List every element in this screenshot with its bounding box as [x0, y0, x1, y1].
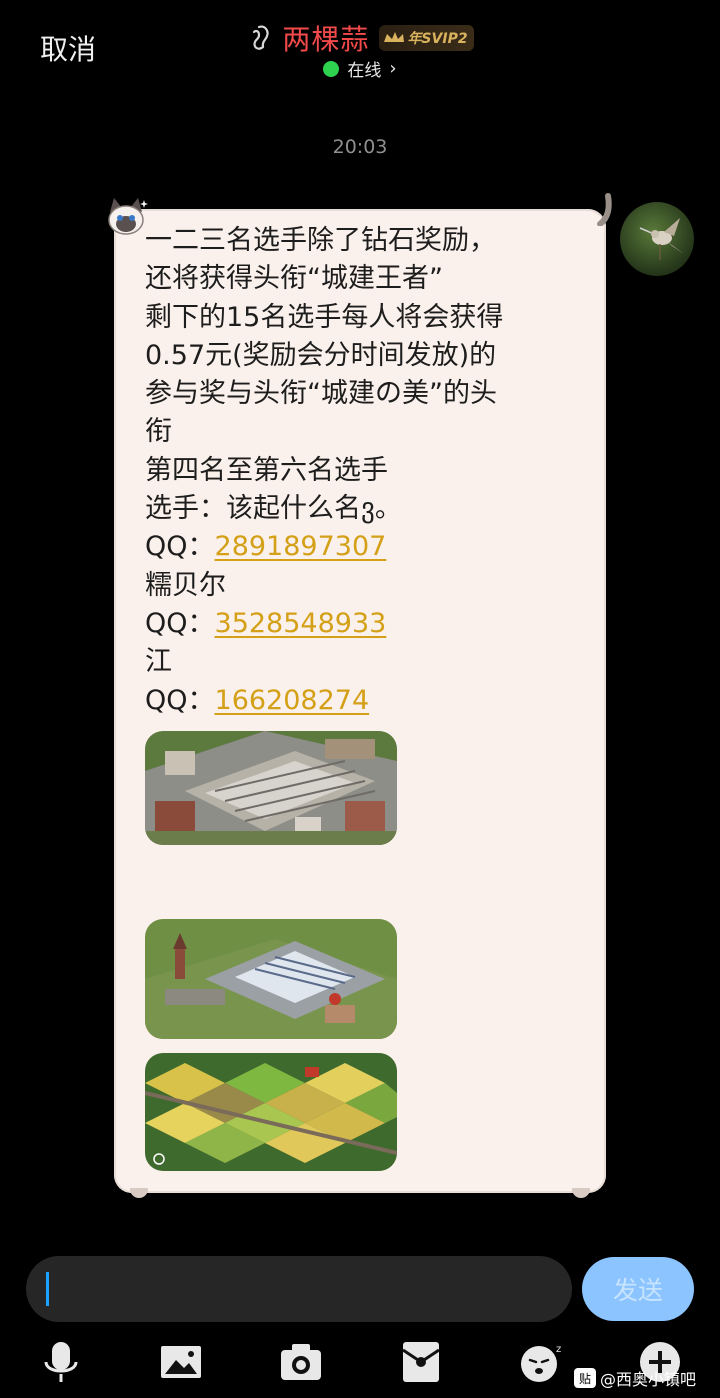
qq-row: QQ：2891897307 — [145, 528, 585, 566]
svg-text:z: z — [556, 1344, 561, 1355]
chevron-right-icon: › — [389, 58, 397, 79]
hummingbird-avatar-icon — [639, 218, 684, 260]
online-dot-icon — [323, 60, 340, 77]
watermark-text: @西奥小镇吧 — [600, 1370, 697, 1389]
qq-number-link[interactable]: 166208274 — [215, 685, 370, 716]
qq-prefix: QQ： — [145, 607, 215, 639]
qq-prefix: QQ： — [145, 684, 215, 716]
avatar[interactable] — [620, 202, 694, 276]
message-line: 参与奖与头衔“城建の美”的头 — [145, 378, 497, 410]
send-button[interactable]: 发送 — [582, 1257, 694, 1321]
message-timestamp: 20:03 — [332, 136, 388, 158]
message-line: 0.57元(奖励会分时间发放)的 — [145, 339, 497, 371]
chat-title: 两棵蒜 年SVIP2 — [0, 18, 720, 58]
text-caret — [46, 1272, 49, 1306]
message-line: 一二三名选手除了钻石奖励， — [145, 225, 496, 256]
qq-prefix: QQ： — [145, 531, 215, 563]
station-screenshot-image[interactable] — [145, 919, 397, 1039]
contact-name[interactable]: 两棵蒜 — [282, 18, 369, 58]
image-icon[interactable] — [158, 1340, 204, 1384]
city-screenshot-image[interactable] — [145, 731, 397, 845]
qq-row: QQ：3528548933 — [145, 605, 585, 643]
message-line: 还将获得头衔“城建王者” — [145, 263, 443, 295]
ear-icon[interactable] — [246, 23, 272, 53]
camera-icon[interactable] — [278, 1340, 324, 1384]
player-name: 糯贝尔 — [145, 569, 226, 601]
cat-tail-icon — [597, 193, 612, 226]
message-input[interactable] — [26, 1256, 572, 1322]
svip-badge[interactable]: 年SVIP2 — [379, 25, 474, 51]
player-name: 江 — [145, 646, 172, 678]
online-status[interactable]: 在线 › — [0, 56, 720, 81]
bubble-foot — [572, 1188, 590, 1198]
bubble-foot — [130, 1188, 148, 1198]
cat-sticker-icon — [108, 198, 148, 235]
svip-badge-label: 年SVIP2 — [407, 31, 468, 47]
qq-number-link[interactable]: 2891897307 — [215, 531, 387, 562]
red-packet-icon[interactable] — [398, 1340, 444, 1384]
microphone-icon[interactable] — [38, 1340, 84, 1384]
message-text: 一二三名选手除了钻石奖励， 还将获得头衔“城建王者” 剩下的15名选手每人将会获… — [145, 222, 585, 720]
message-line: 衔 — [145, 416, 172, 448]
message-line: 第四名至第六名选手 — [145, 454, 388, 486]
emoji-icon[interactable]: z — [518, 1340, 564, 1384]
message-line: 选手：该起什么名ვ。 — [145, 493, 402, 525]
qq-number-link[interactable]: 3528548933 — [215, 608, 387, 639]
status-label: 在线 — [347, 61, 382, 81]
qq-row: QQ：166208274 — [145, 682, 585, 720]
crown-icon — [384, 32, 405, 42]
farmland-screenshot-image[interactable] — [145, 1053, 397, 1171]
message-line: 剩下的15名选手每人将会获得 — [145, 301, 504, 333]
tieba-watermark: 贴 @西奥小镇吧 — [574, 1366, 696, 1390]
tieba-logo-icon: 贴 — [574, 1368, 596, 1388]
